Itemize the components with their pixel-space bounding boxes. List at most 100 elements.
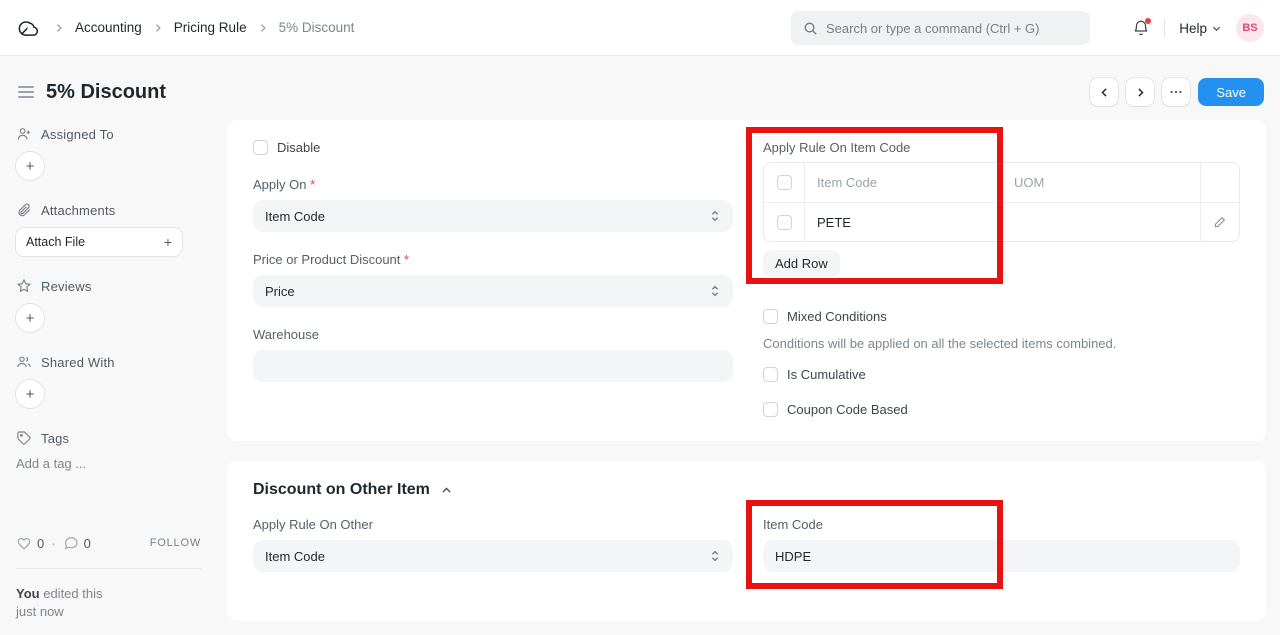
section-collapse-toggle[interactable]: Discount on Other Item	[253, 481, 1240, 499]
warehouse-input[interactable]	[253, 350, 733, 382]
menu-ellipsis-button[interactable]	[1162, 78, 1190, 106]
sidebar-divider	[16, 568, 201, 569]
form-sidebar: Assigned To + Attachments Attach File +	[0, 120, 227, 621]
frappe-cloud-logo-icon[interactable]	[16, 15, 41, 40]
column-header-item-code: Item Code	[804, 163, 1001, 202]
chevron-right-icon	[257, 22, 269, 34]
help-label: Help	[1179, 21, 1207, 36]
save-button[interactable]: Save	[1198, 78, 1264, 106]
last-edited-info: You edited this just now	[16, 585, 201, 621]
search-placeholder: Search or type a command (Ctrl + G)	[826, 21, 1040, 36]
star-icon	[16, 278, 32, 294]
comment-bubble-icon	[63, 535, 79, 551]
uom-cell[interactable]	[1001, 203, 1200, 241]
dot-separator: ·	[51, 536, 55, 551]
pricing-rule-main-section: Disable Apply On * Item Code	[227, 120, 1266, 441]
is-cumulative-checkbox-row[interactable]: Is Cumulative	[763, 367, 1240, 382]
likes-count: 0	[37, 536, 44, 551]
select-chevrons-icon	[709, 209, 721, 223]
coupon-code-checkbox-row[interactable]: Coupon Code Based	[763, 402, 1240, 417]
breadcrumb-accounting[interactable]: Accounting	[75, 20, 142, 35]
top-navbar: Accounting Pricing Rule 5% Discount Sear…	[0, 0, 1280, 56]
user-avatar[interactable]: BS	[1236, 14, 1264, 42]
global-search-input[interactable]: Search or type a command (Ctrl + G)	[791, 11, 1090, 45]
edited-when: just now	[16, 604, 64, 619]
reviews-label: Reviews	[41, 279, 92, 294]
is-cumulative-checkbox[interactable]	[763, 367, 778, 382]
required-asterisk: *	[310, 177, 315, 192]
price-or-product-label: Price or Product Discount *	[253, 252, 733, 267]
coupon-code-label: Coupon Code Based	[787, 402, 908, 417]
attach-file-label: Attach File	[26, 235, 85, 249]
add-share-button[interactable]: +	[16, 380, 44, 408]
select-chevrons-icon	[709, 284, 721, 298]
chevron-right-icon	[152, 22, 164, 34]
edit-row-button[interactable]	[1200, 203, 1239, 241]
attach-file-button[interactable]: Attach File +	[16, 228, 182, 256]
table-row: PETE	[764, 202, 1239, 241]
mixed-conditions-help: Conditions will be applied on all the se…	[763, 336, 1240, 351]
notification-dot	[1145, 18, 1151, 24]
chevron-right-icon	[53, 22, 65, 34]
mixed-conditions-checkbox-row[interactable]: Mixed Conditions	[763, 309, 1240, 324]
apply-rule-on-other-select[interactable]: Item Code	[253, 540, 733, 572]
mixed-conditions-label: Mixed Conditions	[787, 309, 887, 324]
comments-button[interactable]: 0	[63, 535, 91, 551]
apply-on-value: Item Code	[265, 209, 325, 224]
price-or-product-value: Price	[265, 284, 295, 299]
add-assignment-button[interactable]: +	[16, 152, 44, 180]
other-item-code-value: HDPE	[775, 549, 811, 564]
help-menu[interactable]: Help	[1179, 21, 1222, 36]
coupon-code-checkbox[interactable]	[763, 402, 778, 417]
warehouse-label: Warehouse	[253, 327, 733, 342]
item-code-cell[interactable]: PETE	[804, 203, 1001, 241]
attachments-label: Attachments	[41, 203, 115, 218]
edited-by: You	[16, 586, 40, 601]
discount-on-other-item-section: Discount on Other Item Apply Rule On Oth…	[227, 461, 1266, 621]
apply-rule-on-other-value: Item Code	[265, 549, 325, 564]
edited-action: edited this	[43, 586, 102, 601]
apply-rule-on-other-label: Apply Rule On Other	[253, 517, 733, 532]
other-item-code-field: Item Code HDPE	[763, 517, 1240, 572]
breadcrumb: Accounting Pricing Rule 5% Discount	[16, 15, 354, 40]
follow-button[interactable]: FOLLOW	[150, 537, 201, 549]
table-header-row: Item Code UOM	[764, 163, 1239, 202]
select-all-checkbox[interactable]	[777, 175, 792, 190]
is-cumulative-label: Is Cumulative	[787, 367, 866, 382]
previous-document-button[interactable]	[1090, 78, 1118, 106]
item-code-table: Item Code UOM PETE	[763, 162, 1240, 242]
like-button[interactable]: 0	[16, 535, 44, 551]
add-row-button[interactable]: Add Row	[763, 250, 840, 277]
column-header-actions	[1200, 163, 1239, 202]
assign-user-icon	[16, 126, 32, 142]
plus-icon: +	[164, 234, 172, 250]
mixed-conditions-checkbox[interactable]	[763, 309, 778, 324]
row-checkbox[interactable]	[777, 215, 792, 230]
comments-count: 0	[84, 536, 91, 551]
assigned-to-label: Assigned To	[41, 127, 114, 142]
breadcrumb-current: 5% Discount	[279, 20, 355, 35]
tag-icon	[16, 430, 32, 446]
disable-checkbox[interactable]	[253, 140, 268, 155]
nav-divider	[1164, 18, 1165, 38]
breadcrumb-pricing-rule[interactable]: Pricing Rule	[174, 20, 247, 35]
chevron-up-icon	[440, 484, 453, 497]
price-or-product-select[interactable]: Price	[253, 275, 733, 307]
chevron-down-icon	[1211, 23, 1222, 34]
notifications-bell-icon[interactable]	[1132, 19, 1150, 37]
apply-on-select[interactable]: Item Code	[253, 200, 733, 232]
next-document-button[interactable]	[1126, 78, 1154, 106]
disable-checkbox-row[interactable]: Disable	[253, 140, 733, 155]
disable-label: Disable	[277, 140, 320, 155]
other-item-code-input[interactable]: HDPE	[763, 540, 1240, 572]
section-title: Discount on Other Item	[253, 481, 430, 499]
other-item-code-label: Item Code	[763, 517, 1240, 532]
apply-rule-on-item-code-grid: Apply Rule On Item Code Item Code UOM PE…	[763, 140, 1240, 277]
shared-users-icon	[16, 354, 32, 370]
search-icon	[803, 21, 818, 36]
add-tag-input[interactable]: Add a tag ...	[16, 456, 86, 471]
add-review-button[interactable]: +	[16, 304, 44, 332]
shared-with-label: Shared With	[41, 355, 115, 370]
sidebar-toggle-icon[interactable]	[16, 84, 36, 100]
heart-icon	[16, 535, 32, 551]
